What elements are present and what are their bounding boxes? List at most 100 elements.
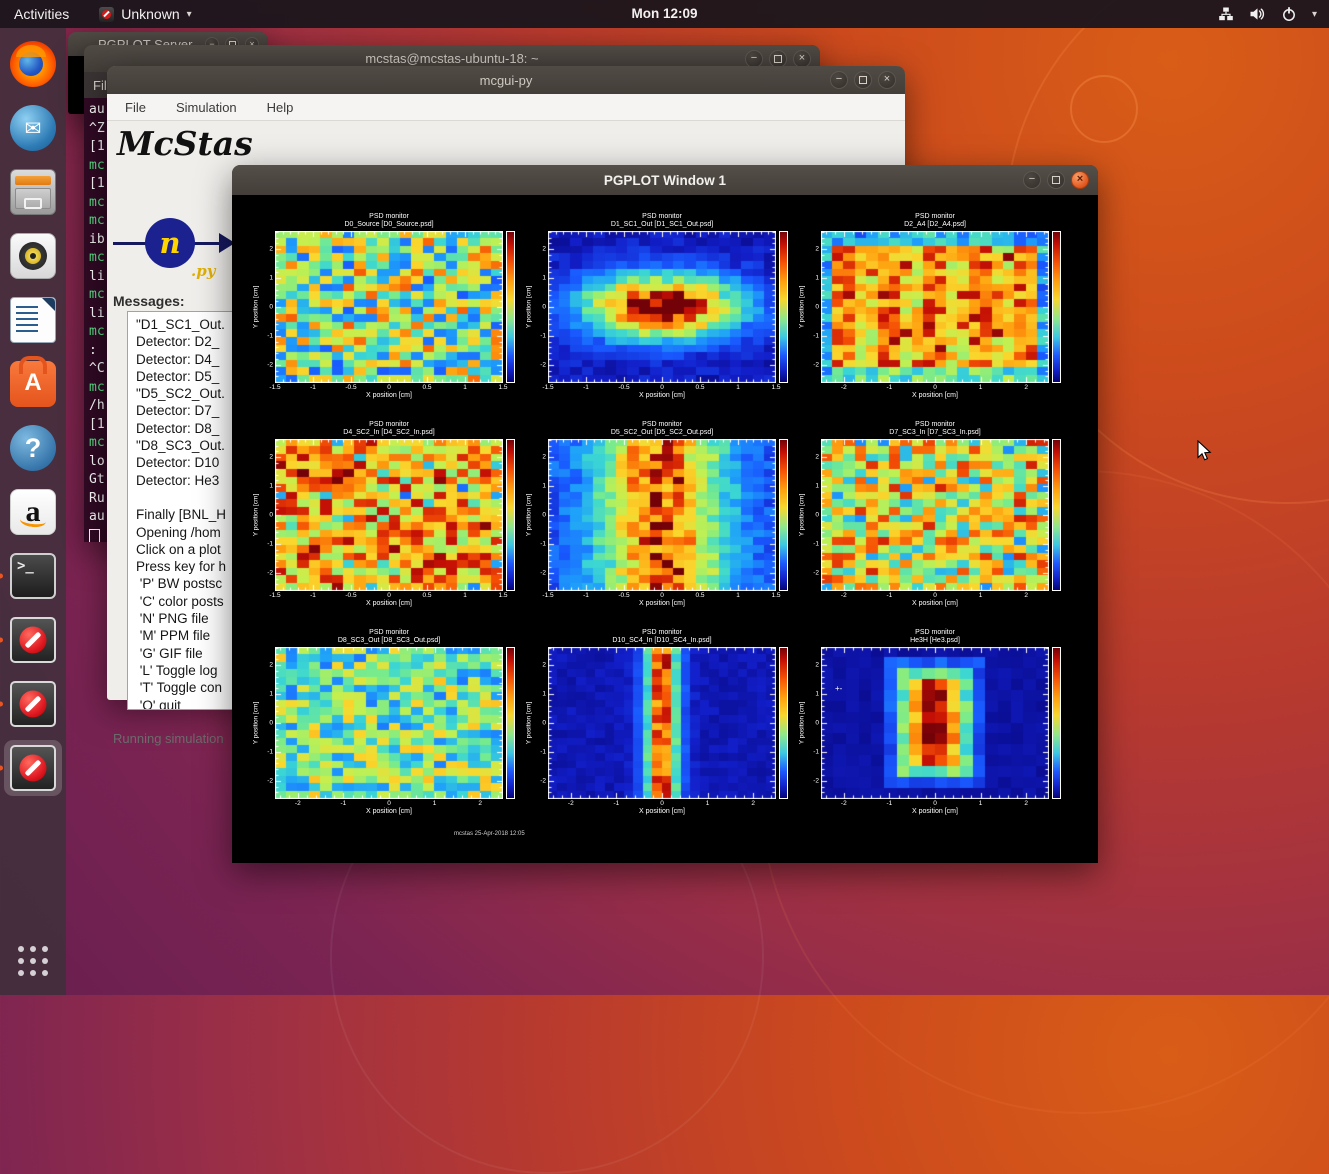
y-tick-label: 2 bbox=[542, 246, 546, 253]
dock-item-pgplot-1[interactable] bbox=[4, 616, 62, 664]
y-tick-label: 1 bbox=[542, 483, 546, 490]
plot-xlabel: X position [cm] bbox=[548, 808, 776, 815]
x-tick-label: 1.5 bbox=[771, 384, 780, 391]
x-tick-label: 1.5 bbox=[771, 592, 780, 599]
plot-title: PSD monitor bbox=[275, 629, 503, 637]
y-tick-label: 2 bbox=[542, 454, 546, 461]
libreoffice-writer-icon bbox=[10, 297, 56, 343]
y-tick-label: -2 bbox=[267, 569, 273, 576]
dock-item-firefox[interactable] bbox=[4, 40, 62, 88]
mcgui-titlebar[interactable]: mcgui-py − × bbox=[107, 66, 905, 94]
y-tick-label: -2 bbox=[813, 361, 819, 368]
dock-item-amazon[interactable]: a bbox=[4, 488, 62, 536]
maximize-button[interactable] bbox=[769, 50, 787, 68]
app-menu[interactable]: Unknown ▾ bbox=[99, 6, 191, 22]
colorbar bbox=[779, 647, 788, 799]
clock-button[interactable]: Mon 12:09 bbox=[631, 0, 697, 28]
running-indicator bbox=[0, 766, 3, 771]
activities-button[interactable]: Activities bbox=[0, 0, 83, 28]
plot-title: PSD monitor bbox=[548, 213, 776, 221]
y-tick-label: 2 bbox=[269, 454, 273, 461]
x-tick-label: 0 bbox=[387, 592, 391, 599]
desktop: { "top_bar": { "activities_label": "Acti… bbox=[0, 0, 1329, 995]
close-button[interactable]: × bbox=[878, 71, 896, 89]
y-tick-label: 1 bbox=[815, 275, 819, 282]
dock-item-pgplot-2[interactable] bbox=[4, 680, 62, 728]
x-tick-label: 2 bbox=[478, 800, 482, 807]
psd-heatmap-canvas[interactable] bbox=[821, 647, 1049, 799]
y-tick-label: -1 bbox=[267, 332, 273, 339]
volume-icon[interactable] bbox=[1249, 6, 1266, 22]
minimize-button[interactable]: − bbox=[1023, 171, 1041, 189]
chevron-down-icon[interactable]: ▾ bbox=[1312, 9, 1317, 20]
x-tick-label: 1.5 bbox=[498, 592, 507, 599]
y-tick-label: 0 bbox=[542, 720, 546, 727]
close-button[interactable]: × bbox=[1071, 171, 1089, 189]
y-tick-label: -2 bbox=[540, 569, 546, 576]
psd-heatmap-canvas[interactable] bbox=[275, 647, 503, 799]
pgplot-window-1: PGPLOT Window 1 − × PSD monitorD0_Source… bbox=[232, 165, 1098, 863]
maximize-button[interactable] bbox=[854, 71, 872, 89]
colorbar bbox=[506, 231, 515, 383]
pgplot-titlebar[interactable]: PGPLOT Window 1 − × bbox=[232, 165, 1098, 195]
x-tick-label: -2 bbox=[841, 592, 847, 599]
menu-help[interactable]: Help bbox=[267, 100, 294, 115]
window-title: PGPLOT Window 1 bbox=[232, 173, 1098, 188]
x-tick-label: -1 bbox=[341, 800, 347, 807]
plot-ylabel: Y position [cm] bbox=[253, 494, 260, 537]
y-tick-label: 0 bbox=[542, 304, 546, 311]
plot-subtitle: D10_SC4_In [D10_SC4_In.psd] bbox=[548, 637, 776, 645]
dock-item-files[interactable] bbox=[4, 168, 62, 216]
psd-plot-7: PSD monitorD8_SC3_Out [D8_SC3_Out.psd]Y … bbox=[249, 629, 521, 834]
psd-heatmap-canvas[interactable] bbox=[548, 231, 776, 383]
menu-file[interactable]: File bbox=[125, 100, 146, 115]
psd-heatmap-canvas[interactable] bbox=[821, 231, 1049, 383]
plot-subtitle: He3H [He3.psd] bbox=[821, 637, 1049, 645]
dock-item-thunderbird[interactable] bbox=[4, 104, 62, 152]
dock-item-rhythmbox[interactable] bbox=[4, 232, 62, 280]
psd-heatmap-canvas[interactable] bbox=[548, 647, 776, 799]
x-tick-label: -2 bbox=[841, 800, 847, 807]
plot-title: PSD monitor bbox=[821, 213, 1049, 221]
dock-item-libreoffice-writer[interactable] bbox=[4, 296, 62, 344]
x-tick-label: 1 bbox=[979, 384, 983, 391]
psd-heatmap-canvas[interactable] bbox=[548, 439, 776, 591]
x-tick-label: 0.5 bbox=[422, 592, 431, 599]
x-tick-label: 1 bbox=[463, 384, 467, 391]
psd-heatmap-canvas[interactable] bbox=[821, 439, 1049, 591]
x-tick-label: -0.5 bbox=[345, 592, 356, 599]
y-tick-label: -1 bbox=[813, 540, 819, 547]
network-icon[interactable] bbox=[1218, 6, 1234, 22]
dock-item-pgplot-3-focused[interactable] bbox=[4, 740, 62, 796]
app-window-icon bbox=[99, 7, 114, 22]
psd-heatmap-canvas[interactable] bbox=[275, 439, 503, 591]
x-tick-label: -1 bbox=[887, 384, 893, 391]
minimize-button[interactable]: − bbox=[830, 71, 848, 89]
plot-ylabel: Y position [cm] bbox=[799, 286, 806, 329]
x-tick-label: -1.5 bbox=[542, 384, 553, 391]
pgplot-grid: PSD monitorD0_Source [D0_Source.psd]Y po… bbox=[249, 213, 1067, 834]
x-tick-label: 0 bbox=[660, 384, 664, 391]
x-tick-label: 1 bbox=[433, 800, 437, 807]
psd-heatmap-canvas[interactable] bbox=[275, 231, 503, 383]
help-icon: ? bbox=[10, 425, 56, 471]
power-icon[interactable] bbox=[1281, 6, 1297, 22]
x-tick-label: -2 bbox=[295, 800, 301, 807]
menu-simulation[interactable]: Simulation bbox=[176, 100, 237, 115]
mcstas-logo-text: McStas bbox=[117, 124, 253, 163]
x-tick-label: -1 bbox=[887, 800, 893, 807]
plot-ylabel: Y position [cm] bbox=[526, 494, 533, 537]
dock-item-help[interactable]: ? bbox=[4, 424, 62, 472]
minimize-button[interactable]: − bbox=[745, 50, 763, 68]
colorbar bbox=[506, 647, 515, 799]
maximize-button[interactable] bbox=[1047, 171, 1065, 189]
dock-item-ubuntu-software[interactable] bbox=[4, 360, 62, 408]
show-applications-button[interactable] bbox=[4, 937, 62, 985]
y-tick-label: -1 bbox=[540, 332, 546, 339]
x-tick-label: 2 bbox=[1024, 800, 1028, 807]
dock-item-terminal[interactable]: >_ bbox=[4, 552, 62, 600]
y-tick-label: 0 bbox=[815, 304, 819, 311]
plot-ylabel: Y position [cm] bbox=[799, 702, 806, 745]
close-button[interactable]: × bbox=[793, 50, 811, 68]
x-tick-label: -2 bbox=[841, 384, 847, 391]
